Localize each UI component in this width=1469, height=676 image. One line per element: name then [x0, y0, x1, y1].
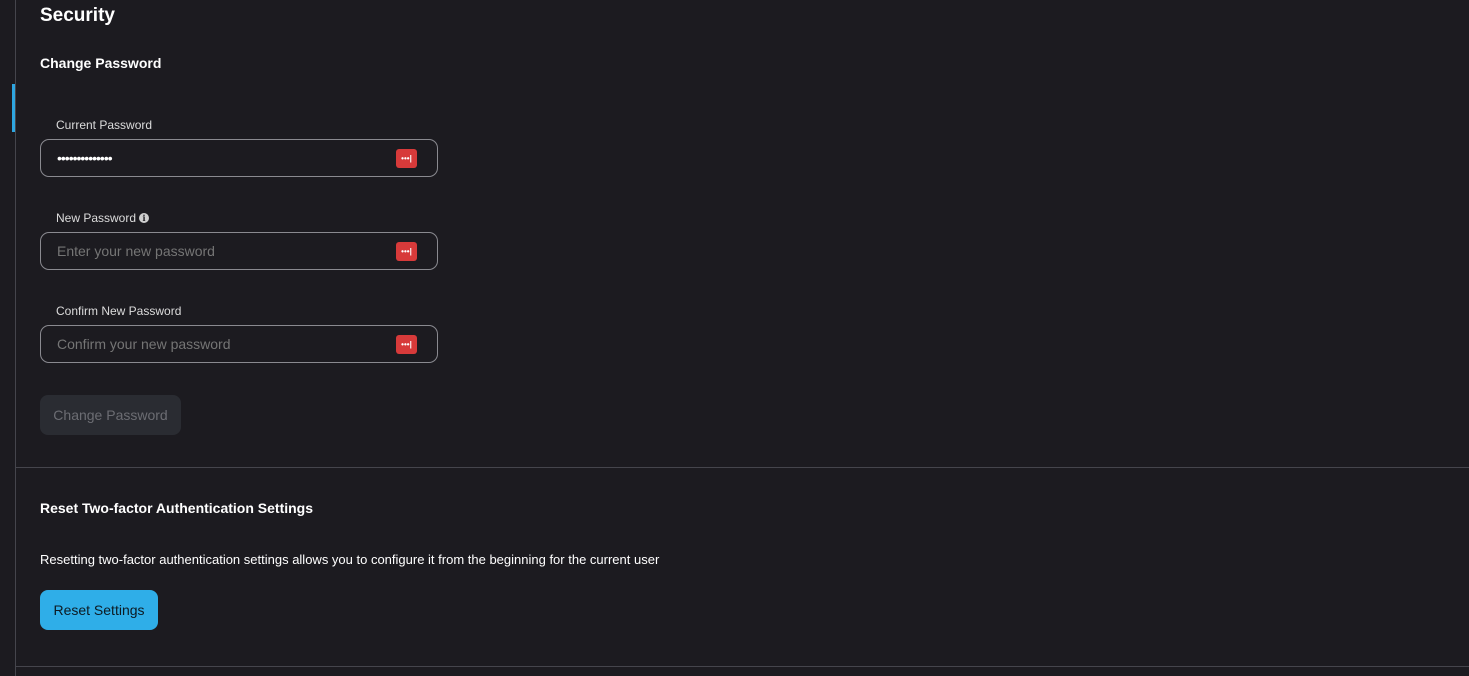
- password-manager-icon[interactable]: •••|: [396, 149, 417, 168]
- current-password-label-text: Current Password: [56, 118, 153, 132]
- section-divider: [16, 467, 1469, 468]
- security-settings-page: Security Change Password Current Passwor…: [0, 0, 1469, 676]
- current-password-field[interactable]: •••|: [40, 139, 438, 177]
- current-password-label: Current Password: [56, 118, 152, 132]
- confirm-password-input[interactable]: [57, 326, 387, 362]
- password-manager-icon[interactable]: •••|: [396, 242, 417, 261]
- reset-settings-button[interactable]: Reset Settings: [40, 590, 158, 630]
- active-nav-indicator: [12, 84, 15, 132]
- confirm-password-label: Confirm New Password: [56, 304, 181, 318]
- change-password-heading: Change Password: [40, 55, 162, 71]
- new-password-field[interactable]: •••|: [40, 232, 438, 270]
- sidebar-border: [15, 0, 16, 676]
- reset-2fa-heading: Reset Two-factor Authentication Settings: [40, 500, 314, 516]
- current-password-input[interactable]: [57, 140, 387, 176]
- new-password-label: New Password i: [56, 211, 150, 225]
- new-password-input[interactable]: [57, 233, 387, 269]
- confirm-password-field[interactable]: •••|: [40, 325, 438, 363]
- confirm-password-label-text: Confirm New Password: [56, 304, 182, 318]
- section-divider: [16, 666, 1469, 667]
- change-password-button[interactable]: Change Password: [40, 395, 181, 435]
- new-password-label-text: New Password: [56, 211, 137, 225]
- page-title: Security: [40, 5, 115, 26]
- password-manager-icon[interactable]: •••|: [396, 335, 417, 354]
- info-icon[interactable]: i: [139, 213, 150, 223]
- reset-2fa-description: Resetting two-factor authentication sett…: [40, 552, 660, 567]
